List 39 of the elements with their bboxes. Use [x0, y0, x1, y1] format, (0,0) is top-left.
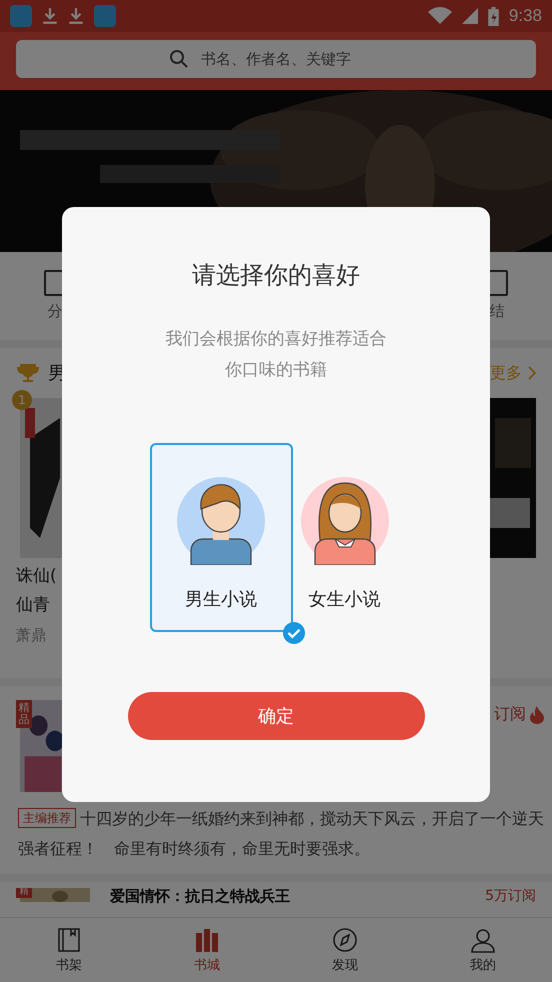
category-label[interactable]: 结 [490, 302, 504, 321]
subscription-count: 订阅 [494, 704, 544, 725]
book-title[interactable]: 爱国情怀：抗日之特战兵王 [110, 888, 290, 905]
battery-icon [488, 6, 499, 26]
chevron-icon [528, 366, 536, 380]
fire-icon [530, 706, 544, 724]
search-bar[interactable]: 书名、作者名、关键字 [16, 40, 536, 78]
dialog-title: 请选择你的喜好 [192, 260, 360, 291]
download-icon [42, 7, 58, 25]
download-icon [68, 7, 84, 25]
books-icon [194, 926, 220, 952]
compass-icon [332, 926, 358, 952]
check-icon [282, 622, 304, 644]
nav-tab[interactable]: 发现 [276, 918, 414, 982]
preference-option[interactable]: 男生小说 [150, 443, 292, 632]
person-icon [470, 926, 496, 952]
search-icon [169, 49, 189, 69]
editor-pick-badge: 主编推荐 [18, 808, 76, 828]
dialog-message: 我们会根据你的喜好推荐适合 [166, 328, 386, 350]
nav-tab[interactable]: 书城 [138, 918, 276, 982]
confirm-button[interactable]: 确定 [128, 692, 424, 740]
subscription-count: 5万订阅 [485, 888, 536, 905]
book-icon [56, 926, 82, 952]
wifi-icon [428, 7, 452, 25]
nav-tab[interactable]: 我的 [414, 918, 552, 982]
dialog-message: 你口味的书籍 [225, 359, 327, 381]
search-input[interactable]: 书名、作者名、关键字 [199, 49, 383, 69]
app-icon [94, 5, 116, 27]
clock-time: 9:38 [508, 6, 542, 26]
signal-icon [462, 8, 478, 24]
trophy-icon [16, 363, 40, 383]
nav-tab[interactable]: 书架 [0, 918, 138, 982]
preference-option[interactable]: 女生小说 [296, 443, 392, 632]
book-description: 主编推荐 十四岁的少年一纸婚约来到神都，搅动天下风云，开启了一个逆天强者征程！ 命里有时终须有，命里无时要强求。 [18, 807, 544, 860]
category-label[interactable]: 分 [48, 302, 62, 321]
rank-badge: 1 [12, 390, 32, 410]
quality-tag: 精品 [16, 700, 32, 728]
app-icon [10, 5, 32, 27]
author-name: 萧鼎 [16, 626, 47, 645]
